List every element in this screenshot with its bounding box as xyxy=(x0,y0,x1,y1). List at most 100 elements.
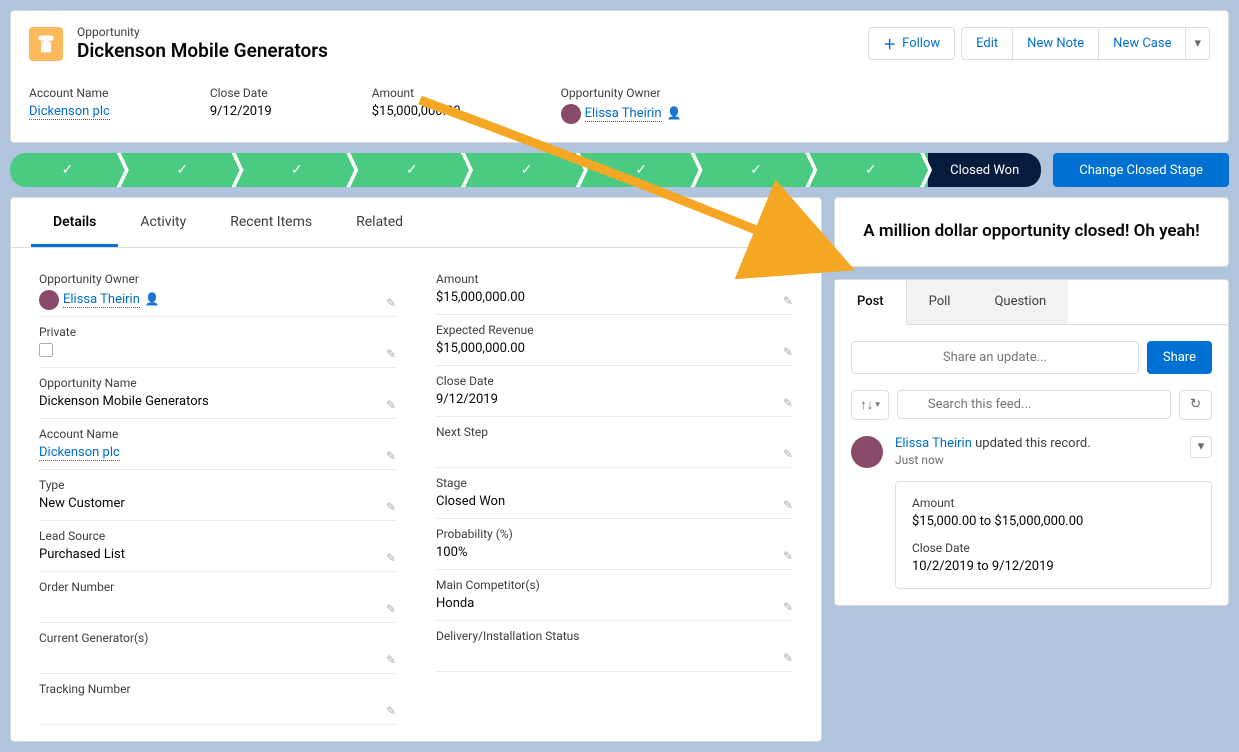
check-icon: ✓ xyxy=(865,162,877,178)
avatar xyxy=(39,290,59,310)
stage-current[interactable]: Closed Won xyxy=(928,153,1041,187)
share-update-input[interactable] xyxy=(851,341,1139,374)
field-label: Current Generator(s) xyxy=(39,631,396,645)
field-label: Private xyxy=(39,325,396,339)
record-header: Opportunity Dickenson Mobile Generators … xyxy=(10,10,1229,143)
edit-pencil-icon[interactable]: ✎ xyxy=(386,449,396,463)
more-actions-button[interactable]: ▾ xyxy=(1185,27,1210,60)
record-change-summary: Amount$15,000.00 to $15,000,000.00Close … xyxy=(895,481,1212,589)
feed-search-input[interactable] xyxy=(897,390,1171,419)
edit-pencil-icon[interactable]: ✎ xyxy=(783,345,793,359)
field-label: Delivery/Installation Status xyxy=(436,629,793,643)
stage-complete[interactable]: ✓ xyxy=(354,153,469,187)
field-value: 100% xyxy=(436,545,793,563)
field-value: Honda xyxy=(436,596,793,614)
feed-author-avatar xyxy=(851,436,883,468)
field-value xyxy=(39,343,396,361)
change-owner-icon[interactable]: 👤 xyxy=(664,106,682,120)
new-case-button[interactable]: New Case xyxy=(1098,27,1185,60)
check-icon: ✓ xyxy=(750,162,762,178)
field-value: Dickenson plc xyxy=(39,445,396,463)
close-date-label: Close Date xyxy=(210,86,272,100)
field-probability-: Probability (%)100%✎ xyxy=(436,519,793,570)
field-label: Tracking Number xyxy=(39,682,396,696)
edit-pencil-icon[interactable]: ✎ xyxy=(783,600,793,614)
sort-button[interactable]: ↑↓ ▾ xyxy=(851,390,889,420)
owner-label: Opportunity Owner xyxy=(561,86,682,100)
field-delivery-installation-status: Delivery/Installation Status ✎ xyxy=(436,621,793,672)
edit-pencil-icon[interactable]: ✎ xyxy=(386,398,396,412)
edit-pencil-icon[interactable]: ✎ xyxy=(783,447,793,461)
field-value xyxy=(436,647,793,665)
sales-path: ✓ ✓ ✓ ✓ ✓ ✓ ✓ ✓ Closed Won Change Closed… xyxy=(10,153,1229,187)
stage-complete[interactable]: ✓ xyxy=(10,153,125,187)
field-label: Type xyxy=(39,478,396,492)
new-note-button[interactable]: New Note xyxy=(1012,27,1098,60)
follow-button[interactable]: ＋Follow xyxy=(868,27,955,60)
tab-details[interactable]: Details xyxy=(31,198,118,247)
owner-link[interactable]: Elissa Theirin xyxy=(585,106,662,122)
field-value xyxy=(39,700,396,718)
link[interactable]: Dickenson plc xyxy=(39,445,120,461)
stage-complete[interactable]: ✓ xyxy=(469,153,584,187)
tab-recent-items[interactable]: Recent Items xyxy=(208,198,334,247)
change-value: 10/2/2019 to 9/12/2019 xyxy=(912,559,1195,574)
edit-pencil-icon[interactable]: ✎ xyxy=(386,551,396,565)
chatter-highlight: A million dollar opportunity closed! Oh … xyxy=(834,197,1229,267)
field-stage: StageClosed Won✎ xyxy=(436,468,793,519)
field-current-generator-s-: Current Generator(s) ✎ xyxy=(39,623,396,674)
field-expected-revenue: Expected Revenue$15,000,000.00✎ xyxy=(436,315,793,366)
feed-author-link[interactable]: Elissa Theirin xyxy=(895,436,972,451)
field-private: Private ✎ xyxy=(39,317,396,368)
edit-pencil-icon[interactable]: ✎ xyxy=(386,704,396,718)
field-opportunity-owner: Opportunity OwnerElissa Theirin 👤✎ xyxy=(39,264,396,317)
account-name-label: Account Name xyxy=(29,86,110,100)
field-value xyxy=(39,598,396,616)
change-label: Amount xyxy=(912,496,1195,510)
refresh-button[interactable]: ↻ xyxy=(1179,390,1212,420)
field-order-number: Order Number ✎ xyxy=(39,572,396,623)
tab-related[interactable]: Related xyxy=(334,198,425,247)
edit-pencil-icon[interactable]: ✎ xyxy=(386,500,396,514)
field-label: Opportunity Name xyxy=(39,376,396,390)
stage-complete[interactable]: ✓ xyxy=(125,153,240,187)
edit-pencil-icon[interactable]: ✎ xyxy=(386,296,396,310)
stage-complete[interactable]: ✓ xyxy=(240,153,355,187)
share-button[interactable]: Share xyxy=(1147,341,1212,374)
checkbox[interactable] xyxy=(39,343,53,357)
feed-tab-poll[interactable]: Poll xyxy=(907,280,973,324)
plus-icon: ＋ xyxy=(883,34,896,53)
check-icon: ✓ xyxy=(62,162,74,178)
edit-pencil-icon[interactable]: ✎ xyxy=(783,549,793,563)
account-name-link[interactable]: Dickenson plc xyxy=(29,104,110,120)
feed-timestamp: Just now xyxy=(895,453,1212,467)
feed-tab-question[interactable]: Question xyxy=(972,280,1068,324)
field-label: Next Step xyxy=(436,425,793,439)
field-close-date: Close Date9/12/2019✎ xyxy=(436,366,793,417)
feed-tab-post[interactable]: Post xyxy=(835,280,907,325)
field-opportunity-name: Opportunity NameDickenson Mobile Generat… xyxy=(39,368,396,419)
edit-pencil-icon[interactable]: ✎ xyxy=(783,651,793,665)
stage-complete[interactable]: ✓ xyxy=(813,153,928,187)
field-label: Stage xyxy=(436,476,793,490)
link[interactable]: Elissa Theirin xyxy=(63,292,140,308)
field-value: Purchased List xyxy=(39,547,396,565)
edit-pencil-icon[interactable]: ✎ xyxy=(386,347,396,361)
change-stage-button[interactable]: Change Closed Stage xyxy=(1053,153,1229,187)
edit-pencil-icon[interactable]: ✎ xyxy=(783,498,793,512)
field-main-competitor-s-: Main Competitor(s)Honda✎ xyxy=(436,570,793,621)
check-icon: ✓ xyxy=(176,162,188,178)
edit-pencil-icon[interactable]: ✎ xyxy=(783,294,793,308)
change-owner-icon[interactable]: 👤 xyxy=(142,292,160,306)
edit-pencil-icon[interactable]: ✎ xyxy=(386,653,396,667)
tab-activity[interactable]: Activity xyxy=(118,198,208,247)
edit-button[interactable]: Edit xyxy=(961,27,1012,60)
field-label: Order Number xyxy=(39,580,396,594)
change-value: $15,000.00 to $15,000,000.00 xyxy=(912,514,1195,529)
stage-complete[interactable]: ✓ xyxy=(699,153,814,187)
edit-pencil-icon[interactable]: ✎ xyxy=(783,396,793,410)
stage-complete[interactable]: ✓ xyxy=(584,153,699,187)
field-label: Account Name xyxy=(39,427,396,441)
feed-item-menu[interactable]: ▾ xyxy=(1190,436,1212,458)
edit-pencil-icon[interactable]: ✎ xyxy=(386,602,396,616)
